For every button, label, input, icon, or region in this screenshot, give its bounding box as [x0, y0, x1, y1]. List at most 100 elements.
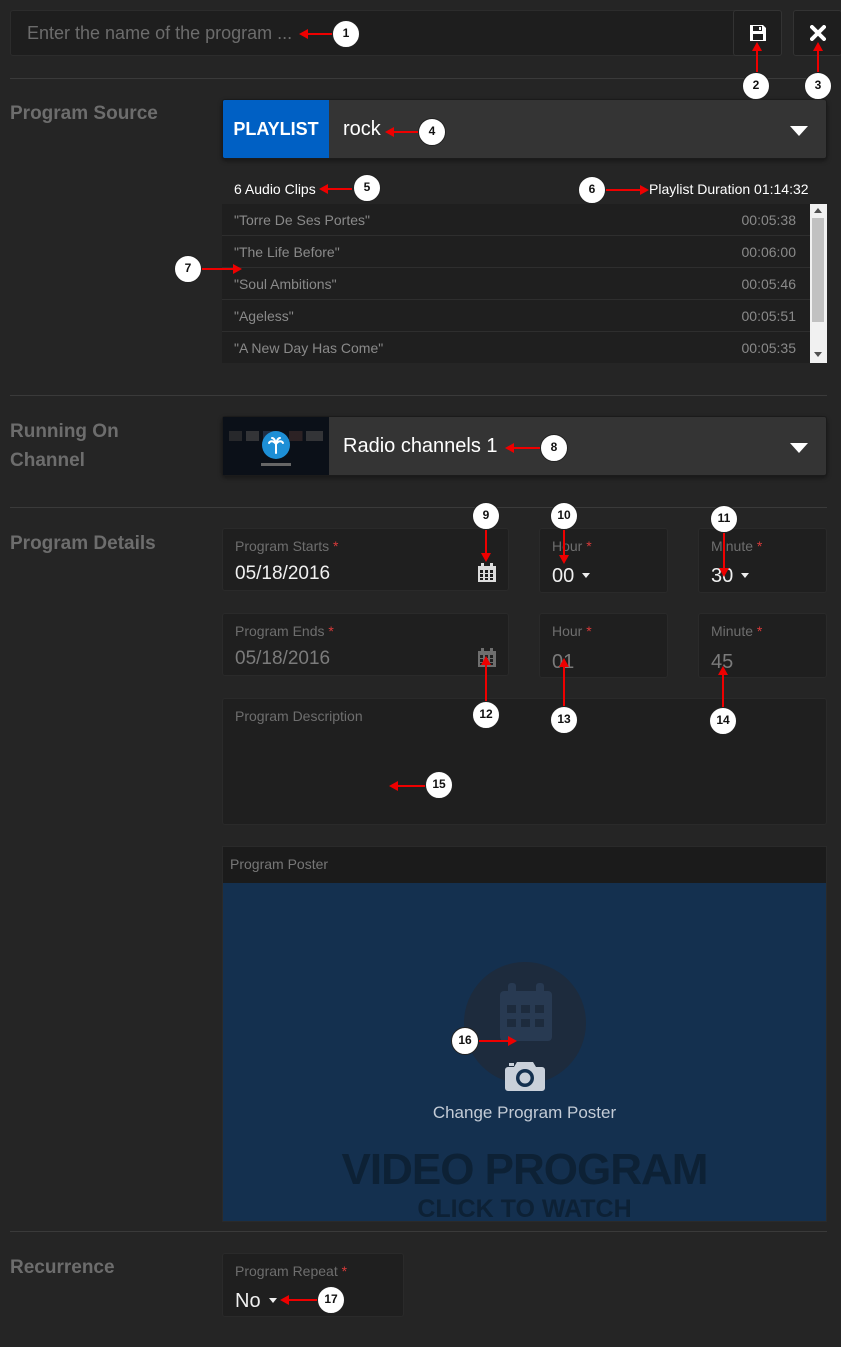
playlist-badge: PLAYLIST — [223, 100, 329, 158]
arrowhead — [389, 781, 398, 791]
arrowhead — [640, 185, 649, 195]
arrowhead — [559, 658, 569, 667]
arrowhead — [505, 443, 514, 453]
clip-duration: 00:06:00 — [741, 244, 797, 260]
start-hour-label: Hour * — [552, 538, 592, 554]
playlist-selected-value: rock — [343, 118, 381, 140]
field-label-text: Minute — [711, 538, 754, 554]
divider — [10, 395, 827, 396]
end-hour-field[interactable]: Hour * 01 — [539, 613, 668, 678]
channel-thumbnail — [223, 417, 329, 475]
callout-8: 8 — [540, 434, 568, 462]
list-item[interactable]: "Ageless" 00:05:51 — [222, 300, 810, 332]
channel-select[interactable]: Radio channels 1 — [222, 416, 827, 476]
callout-10: 10 — [550, 502, 578, 530]
playlist-select[interactable]: PLAYLIST rock — [222, 99, 827, 159]
required-mark: * — [586, 538, 592, 554]
start-minute-select[interactable]: Minute * 30 — [698, 528, 827, 593]
callout-arrow — [202, 268, 234, 270]
callout-6: 6 — [578, 176, 606, 204]
chevron-up-icon[interactable] — [814, 208, 822, 213]
divider — [10, 507, 827, 508]
channel-selected-value: Radio channels 1 — [343, 435, 498, 457]
field-label-text: Hour — [552, 623, 583, 639]
poster-watermark-subtitle: CLICK TO WATCH — [417, 1195, 632, 1221]
callout-arrow — [392, 131, 418, 133]
calendar-icon[interactable] — [477, 563, 497, 583]
callout-arrow — [722, 672, 724, 708]
callout-17: 17 — [317, 1286, 345, 1314]
list-item[interactable]: "A New Day Has Come" 00:05:35 — [222, 332, 810, 363]
program-poster-panel: Program Poster Change Program Poster VID… — [222, 846, 827, 1222]
callout-arrow — [563, 530, 565, 556]
arrowhead — [559, 555, 569, 564]
callout-5: 5 — [353, 174, 381, 202]
divider — [10, 1231, 827, 1232]
list-item[interactable]: "Soul Ambitions" 00:05:46 — [222, 268, 810, 300]
recurrence-label: Recurrence — [10, 1257, 115, 1278]
callout-arrow — [305, 33, 332, 35]
scrollbar-thumb[interactable] — [812, 218, 824, 322]
end-hour-label: Hour * — [552, 623, 592, 639]
callout-14: 14 — [709, 707, 737, 735]
clip-title: "Torre De Ses Portes" — [234, 212, 370, 228]
arrowhead — [481, 656, 491, 665]
list-item[interactable]: "Torre De Ses Portes" 00:05:38 — [222, 204, 810, 236]
clip-title: "Ageless" — [234, 308, 294, 324]
caret-down-icon — [582, 572, 591, 578]
poster-image[interactable]: Change Program Poster VIDEO PROGRAM CLIC… — [223, 883, 826, 1221]
program-name-input[interactable] — [10, 10, 782, 56]
arrowhead — [718, 666, 728, 675]
callout-12: 12 — [472, 701, 500, 729]
program-ends-label: Program Ends * — [235, 623, 334, 639]
scrollbar[interactable] — [810, 204, 827, 363]
callout-arrow — [287, 1299, 317, 1301]
arrowhead — [233, 264, 242, 274]
callout-1: 1 — [332, 20, 360, 48]
start-hour-value-wrap: 00 — [552, 565, 591, 588]
caret-down-icon — [268, 1297, 277, 1303]
callout-2: 2 — [742, 72, 770, 100]
audio-clip-count: 6 Audio Clips — [234, 181, 316, 197]
clip-title: "The Life Before" — [234, 244, 340, 260]
program-starts-date: 05/18/2016 — [235, 563, 331, 584]
clip-duration: 00:05:51 — [741, 308, 797, 324]
callout-arrow — [485, 662, 487, 702]
arrowhead — [508, 1036, 517, 1046]
program-repeat-label: Program Repeat * — [235, 1263, 347, 1279]
audio-clip-list: "Torre De Ses Portes" 00:05:38 "The Life… — [222, 204, 827, 363]
callout-3: 3 — [804, 72, 832, 100]
arrowhead — [319, 184, 328, 194]
program-starts-label: Program Starts * — [235, 538, 338, 554]
program-ends-date: 05/18/2016 — [235, 648, 331, 669]
required-mark: * — [586, 623, 592, 639]
program-details-label: Program Details — [10, 533, 156, 554]
arrowhead — [719, 568, 729, 577]
program-ends-field[interactable]: Program Ends * 05/18/2016 — [222, 613, 509, 676]
arrowhead — [752, 42, 762, 51]
running-on-channel-label: Running On Channel — [10, 421, 119, 471]
camera-icon[interactable] — [504, 1058, 546, 1092]
arrowhead — [813, 42, 823, 51]
divider — [10, 78, 827, 79]
callout-11: 11 — [710, 505, 738, 533]
clip-duration: 00:05:35 — [741, 340, 797, 356]
callout-13: 13 — [550, 706, 578, 734]
required-mark: * — [756, 623, 763, 639]
palm-tree-icon — [262, 431, 290, 459]
chevron-down-icon — [790, 126, 808, 136]
change-poster-label[interactable]: Change Program Poster — [223, 1103, 826, 1123]
required-mark: * — [341, 1263, 348, 1279]
field-label-text: Program Ends — [235, 623, 325, 639]
list-item[interactable]: "The Life Before" 00:06:00 — [222, 236, 810, 268]
chevron-down-icon — [790, 443, 808, 453]
chevron-down-icon[interactable] — [814, 352, 822, 357]
start-hour-value: 00 — [552, 565, 575, 587]
clip-duration: 00:05:38 — [741, 212, 797, 228]
close-icon — [809, 25, 826, 41]
program-repeat-select[interactable]: Program Repeat * No — [222, 1253, 404, 1317]
program-starts-field[interactable]: Program Starts * 05/18/2016 — [222, 528, 509, 591]
callout-7: 7 — [174, 255, 202, 283]
callout-arrow — [479, 1040, 509, 1042]
channel-caption — [261, 463, 291, 466]
